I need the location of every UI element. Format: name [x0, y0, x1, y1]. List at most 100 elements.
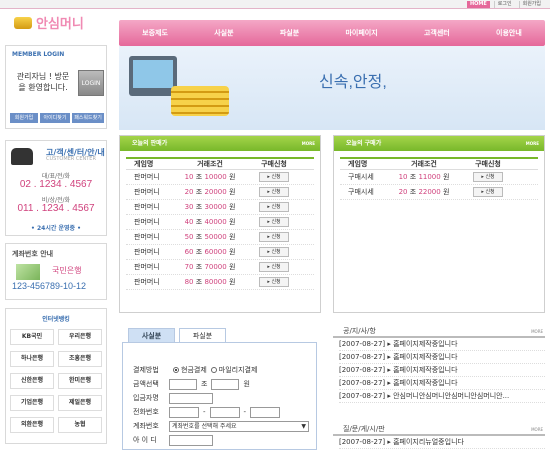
- phone-input-1[interactable]: [169, 406, 199, 418]
- apply-button[interactable]: ▸ 신청: [259, 186, 289, 197]
- find-password-button[interactable]: 패스워드찾기: [72, 113, 104, 123]
- sell-rows: 판머머니 10 조 10000 원 ▸ 신청 판머머니 20 조 20000 원 ▸ 신청…: [120, 170, 320, 290]
- nav-buy[interactable]: 사실분: [214, 28, 233, 38]
- site-logo[interactable]: 안심머니: [14, 13, 84, 32]
- depositor-input[interactable]: [169, 392, 213, 404]
- apply-button[interactable]: ▸ 신청: [473, 186, 503, 197]
- list-item[interactable]: [2007-08-27] ▸ 홈페이지제작중입니다: [339, 377, 545, 390]
- tab-buy[interactable]: 사실분: [128, 328, 175, 343]
- phone-input-2[interactable]: [209, 406, 240, 418]
- apply-button-label: 신청: [271, 248, 281, 255]
- trade-condition: 60 조 60000 원: [174, 245, 246, 260]
- game-name: 판머머니: [134, 232, 160, 241]
- login-button[interactable]: LOGIN: [78, 70, 104, 96]
- quantity-unit: 조: [195, 202, 203, 211]
- nav-mypage[interactable]: 마이페이지: [345, 28, 377, 38]
- amount-won-input[interactable]: [211, 378, 240, 390]
- id-input[interactable]: [169, 434, 213, 446]
- account-select-label: 계좌번호: [133, 422, 159, 430]
- price-unit: 원: [228, 217, 236, 226]
- find-id-button[interactable]: 아이디찾기: [40, 113, 70, 123]
- bank-link-hana[interactable]: 하나은행: [10, 351, 54, 367]
- mileage-option-label: 마일리지결제: [218, 366, 258, 374]
- sell-more-link[interactable]: MORE: [302, 136, 315, 151]
- nav-guarantee[interactable]: 보증제도: [142, 28, 168, 38]
- quantity: 10: [184, 172, 194, 181]
- signup-button[interactable]: 회원가입: [10, 113, 38, 123]
- operating-hours: • 24시간 운영중 •: [31, 225, 81, 232]
- payment-label: 결제방법: [133, 366, 159, 374]
- bank-link-kb[interactable]: KB국민: [10, 329, 54, 345]
- price-unit: 원: [228, 232, 236, 241]
- apply-cell: ▸ 신청: [246, 230, 302, 245]
- apply-button[interactable]: ▸ 신청: [259, 201, 289, 212]
- quantity: 20: [398, 187, 408, 196]
- price: 11000: [418, 172, 441, 181]
- tab-sell[interactable]: 파실분: [179, 328, 226, 343]
- quantity-unit: 조: [195, 187, 203, 196]
- apply-button[interactable]: ▸ 신청: [259, 261, 289, 272]
- qa-header: 질/문/게/시/판 MORE: [333, 422, 545, 436]
- home-link[interactable]: HOME: [466, 1, 490, 8]
- bank-link-keb[interactable]: 외환은행: [10, 417, 54, 433]
- coin-icon: [14, 16, 32, 29]
- bank-link-ibk[interactable]: 기업은행: [10, 395, 54, 411]
- apply-button[interactable]: ▸ 신청: [259, 231, 289, 242]
- list-item[interactable]: [2007-08-27] ▸ 홈페이지제작중입니다: [339, 351, 545, 364]
- apply-cell: ▸ 신청: [246, 200, 302, 215]
- apply-button[interactable]: ▸ 신청: [259, 171, 289, 182]
- buy-more-link[interactable]: MORE: [526, 136, 539, 151]
- apply-button[interactable]: ▸ 신청: [259, 246, 289, 257]
- amount-jo-input[interactable]: [169, 378, 197, 390]
- sell-panel-title: 오늘의 판매가: [132, 140, 168, 147]
- bank-link-hanmi[interactable]: 한미은행: [58, 373, 102, 389]
- bank-link-chohung[interactable]: 조흥은행: [58, 351, 102, 367]
- apply-button[interactable]: ▸ 신청: [259, 276, 289, 287]
- account-select[interactable]: 계좌번호를 선택해 주세요 ▼: [169, 420, 309, 432]
- account-number: 123-456789-10-12: [12, 281, 87, 291]
- cash-radio[interactable]: [173, 367, 179, 373]
- list-item[interactable]: [2007-08-27] ▸ 안심머니안심머니안심머니안심머니안...: [339, 390, 545, 403]
- qa-more-link[interactable]: MORE: [531, 423, 543, 437]
- phone-dash-1: -: [203, 408, 206, 416]
- nav-customer-center[interactable]: 고객센터: [424, 28, 450, 38]
- bank-link-shinhan[interactable]: 신한은행: [10, 373, 54, 389]
- qa-list: [2007-08-27] ▸ 홈페이지리뉴얼중입니다: [333, 436, 545, 449]
- quantity: 10: [398, 172, 408, 181]
- list-item[interactable]: [2007-08-27] ▸ 홈페이지리뉴얼중입니다: [339, 436, 545, 449]
- order-form: 결제방법 현금결제 마일리지결제 금액선택 조 원 입금자명 전화번호 - - …: [122, 342, 317, 450]
- account-select-row: 계좌번호 계좌번호를 선택해 주세요 ▼: [133, 419, 309, 433]
- cash-option-label: 현금결제: [181, 366, 207, 374]
- qa-board: 질/문/게/시/판 MORE [2007-08-27] ▸ 홈페이지리뉴얼중입니…: [333, 422, 545, 449]
- mileage-radio[interactable]: [210, 367, 217, 373]
- nav-guide[interactable]: 이용안내: [496, 28, 522, 38]
- price: 40000: [204, 217, 227, 226]
- apply-cell: ▸ 신청: [246, 245, 302, 260]
- apply-button-label: 신청: [271, 233, 281, 240]
- login-link[interactable]: 로그인: [493, 1, 515, 8]
- game-name: 판머머니: [134, 247, 160, 256]
- bank-link-woori[interactable]: 우리은행: [58, 329, 102, 345]
- apply-button-label: 신청: [271, 188, 281, 195]
- list-item[interactable]: [2007-08-27] ▸ 홈페이지제작중입니다: [339, 364, 545, 377]
- trade-condition: 30 조 30000 원: [174, 200, 246, 215]
- col-condition: 거래조건: [411, 160, 437, 168]
- amount-jo-unit: 조: [201, 380, 208, 388]
- bank-link-nh[interactable]: 농협: [58, 417, 102, 433]
- quantity-unit: 조: [409, 187, 417, 196]
- apply-button[interactable]: ▸ 신청: [259, 216, 289, 227]
- sell-table-header: 게임명 거래조건 구매신청: [126, 157, 314, 170]
- trade-condition: 40 조 40000 원: [174, 215, 246, 230]
- notice-more-link[interactable]: MORE: [531, 325, 543, 339]
- account-select-value: 계좌번호를 선택해 주세요: [172, 422, 237, 430]
- signup-link[interactable]: 회원가입: [518, 1, 544, 8]
- bank-link-jeil[interactable]: 제일은행: [58, 395, 102, 411]
- notice-title: 공/지/사/항: [343, 327, 376, 335]
- quantity: 60: [184, 247, 194, 256]
- game-name: 판머머니: [134, 262, 160, 271]
- apply-button[interactable]: ▸ 신청: [473, 171, 503, 182]
- table-row: 판머머니 50 조 50000 원 ▸ 신청: [126, 230, 314, 245]
- phone-input-3[interactable]: [250, 406, 281, 418]
- nav-sell[interactable]: 파실분: [280, 28, 299, 38]
- list-item[interactable]: [2007-08-27] ▸ 홈페이지제작중입니다: [339, 338, 545, 351]
